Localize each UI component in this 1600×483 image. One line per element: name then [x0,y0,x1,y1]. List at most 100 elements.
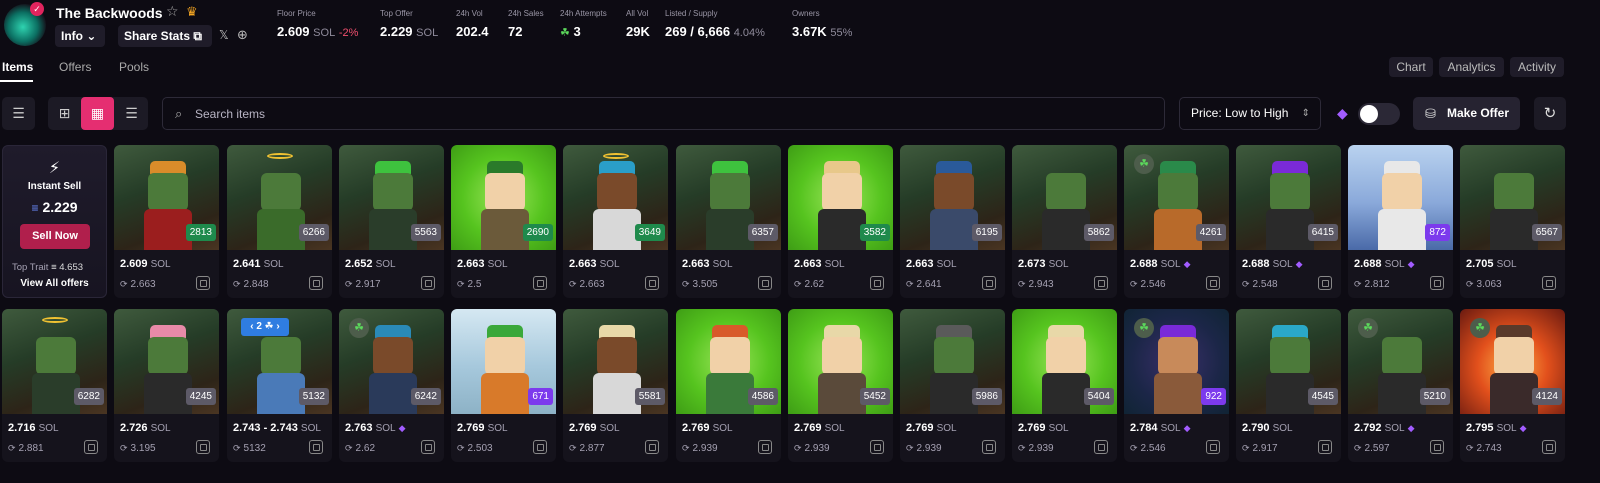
rank-badge: 922 [1201,388,1226,405]
tab-offers[interactable]: Offers [59,60,91,74]
gem-icon: ◆ [1183,423,1191,433]
gem-filter-toggle[interactable] [1358,103,1400,125]
last-sale-icon: ⟳ [8,443,16,453]
x-social-icon[interactable]: 𝕏 [219,28,229,42]
filter-icon[interactable]: ☰ [2,97,35,130]
nft-card[interactable]: 5986 2.769 SOL ⟳ 2.939 [900,309,1005,462]
nft-card[interactable]: ‹ 2 ☘ › 5132 2.743 - 2.743 SOL ⟳ 5132 [227,309,332,462]
nft-card[interactable]: ☘ 922 2.784 SOL ◆ ⟳ 2.546 [1124,309,1229,462]
sort-select[interactable]: Price: Low to High ⇕ [1179,97,1321,130]
nft-image: 6567 [1460,145,1565,250]
select-icon[interactable] [196,440,210,454]
nft-card[interactable]: 5862 2.673 SOL ⟳ 2.943 [1012,145,1117,298]
make-offer-button[interactable]: ⛁ Make Offer [1413,97,1520,130]
rank-badge: 6415 [1307,224,1338,241]
nft-card[interactable]: 4586 2.769 SOL ⟳ 2.939 [676,309,781,462]
search-input[interactable] [195,105,1095,123]
rank-badge: 2813 [185,224,216,241]
nft-card[interactable]: ☘ 6242 2.763 SOL ◆ ⟳ 2.62 [339,309,444,462]
nft-card[interactable]: 6415 2.688 SOL ◆ ⟳ 2.548 [1236,145,1341,298]
tab-pools[interactable]: Pools [119,60,149,74]
stat-label: 24h Sales [508,9,544,18]
nft-card[interactable]: 5581 2.769 SOL ⟳ 2.877 [563,309,668,462]
refresh-icon[interactable]: ↻ [1534,97,1566,130]
nft-card[interactable]: ☘ 4124 2.795 SOL ◆ ⟳ 2.743 [1460,309,1565,462]
multi-listing-badge[interactable]: ‹ 2 ☘ › [241,318,289,336]
select-icon[interactable] [1430,276,1444,290]
last-sale-value: 2.663 [579,279,605,290]
select-icon[interactable] [982,440,996,454]
nft-card[interactable]: 6357 2.663 SOL ⟳ 3.505 [676,145,781,298]
select-icon[interactable] [1318,276,1332,290]
nft-card[interactable]: ☘ 4261 2.688 SOL ◆ ⟳ 2.546 [1124,145,1229,298]
nft-card[interactable]: 3649 2.663 SOL ⟳ 2.663 [563,145,668,298]
select-icon[interactable] [309,276,323,290]
last-sale-icon: ⟳ [233,279,241,289]
select-icon[interactable] [309,440,323,454]
nft-card[interactable]: 872 2.688 SOL ◆ ⟳ 2.812 [1348,145,1453,298]
nft-card[interactable]: 4545 2.790 SOL ⟳ 2.917 [1236,309,1341,462]
select-icon[interactable] [533,440,547,454]
character-head [710,173,750,211]
nft-card[interactable]: 2690 2.663 SOL ⟳ 2.5 [451,145,556,298]
grid-small-icon[interactable]: ▦ [81,97,114,130]
select-icon[interactable] [870,276,884,290]
select-icon[interactable] [1094,276,1108,290]
select-icon[interactable] [421,440,435,454]
select-icon[interactable] [1094,440,1108,454]
website-globe-icon[interactable]: ⊕ [237,27,248,43]
select-icon[interactable] [1430,440,1444,454]
nft-card[interactable]: 5452 2.769 SOL ⟳ 2.939 [788,309,893,462]
nft-card[interactable]: 6266 2.641 SOL ⟳ 2.848 [227,145,332,298]
select-icon[interactable] [758,440,772,454]
select-icon[interactable] [1206,440,1220,454]
info-button[interactable]: Info ⌄ [55,25,105,47]
nft-card[interactable]: 3582 2.663 SOL ⟳ 2.62 [788,145,893,298]
nft-card[interactable]: 5563 2.652 SOL ⟳ 2.917 [339,145,444,298]
active-tab-indicator [0,80,33,82]
select-icon[interactable] [645,440,659,454]
view-all-offers-link[interactable]: View All offers [3,278,106,289]
share-stats-button[interactable]: Share Stats ⧉ [118,25,212,47]
select-icon[interactable] [645,276,659,290]
price-unit: SOL [824,259,845,270]
tab-activity[interactable]: Activity [1510,57,1564,77]
select-icon[interactable] [982,276,996,290]
select-icon[interactable] [196,276,210,290]
select-icon[interactable] [421,276,435,290]
select-icon[interactable] [870,440,884,454]
select-icon[interactable] [1318,440,1332,454]
nft-card[interactable]: 6195 2.663 SOL ⟳ 2.641 [900,145,1005,298]
nft-card[interactable]: 671 2.769 SOL ⟳ 2.503 [451,309,556,462]
select-icon[interactable] [1206,276,1220,290]
nft-card[interactable]: 4245 2.726 SOL ⟳ 3.195 [114,309,219,462]
grid-large-icon[interactable]: ⊞ [48,97,81,130]
last-sale-value: 2.939 [804,443,830,454]
nft-card[interactable]: 6567 2.705 SOL ⟳ 3.063 [1460,145,1565,298]
price-value: 2.705 [1466,258,1494,270]
last-sale-icon: ⟳ [345,279,353,289]
star-icon[interactable]: ☆ [166,3,179,20]
tab-analytics[interactable]: Analytics [1439,57,1504,77]
last-sale-icon: ⟳ [1354,279,1362,289]
nft-card[interactable]: 2813 2.609 SOL ⟳ 2.663 [114,145,219,298]
rank-badge: 4261 [1195,224,1226,241]
select-icon[interactable] [84,440,98,454]
select-icon[interactable] [1542,276,1556,290]
sell-now-button[interactable]: Sell Now [20,224,90,249]
tab-chart[interactable]: Chart [1389,57,1433,77]
select-icon[interactable] [533,276,547,290]
tab-items[interactable]: Items [2,60,33,74]
top-trait: Top Trait ≡ 4.653 [12,262,83,273]
nft-card[interactable]: 5404 2.769 SOL ⟳ 2.939 [1012,309,1117,462]
price-unit: SOL [150,423,171,434]
rank-badge: 5862 [1083,224,1114,241]
list-view-icon[interactable]: ☰ [115,97,148,130]
nft-card[interactable]: ☘ 5210 2.792 SOL ◆ ⟳ 2.597 [1348,309,1453,462]
select-icon[interactable] [1542,440,1556,454]
select-icon[interactable] [758,276,772,290]
last-sale-icon: ⟳ [457,443,465,453]
price-value: 2.641 [233,258,261,270]
nft-card[interactable]: 6282 2.716 SOL ⟳ 2.881 [2,309,107,462]
character-head [1270,337,1310,375]
